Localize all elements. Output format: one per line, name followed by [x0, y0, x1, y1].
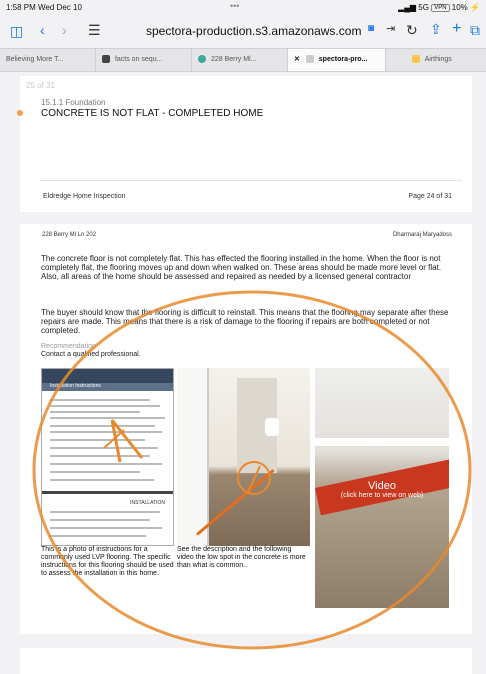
tab-228-berry[interactable]: 228 Berry Ml...	[192, 49, 288, 71]
tab-believing-more[interactable]: Believing More T...	[0, 49, 96, 71]
tab-label: 228 Berry Ml...	[210, 56, 257, 63]
footer-page-number: Page 24 of 31	[408, 193, 452, 200]
site-icon	[102, 55, 110, 64]
close-tab-icon[interactable]: ✕	[294, 56, 300, 63]
address-bar[interactable]: spectora-production.s3.amazonaws.com	[146, 24, 361, 38]
floor-photo[interactable]	[177, 368, 310, 546]
text-line	[50, 399, 150, 401]
footer-divider	[40, 180, 462, 181]
report-page-previous: 25 of 31 15.1.1 Foundation CONCRETE IS N…	[17, 76, 472, 212]
browser-toolbar: ◫ ‹ › ☰ spectora-production.s3.amazonaws…	[0, 14, 486, 48]
text-line	[50, 447, 158, 449]
recommendation-text: Contact a qualified professional.	[41, 351, 141, 358]
text-line	[50, 479, 154, 481]
status-time: 1:58 PM Wed Dec 10	[6, 3, 82, 12]
reload-icon[interactable]: ↻	[406, 22, 418, 39]
photo-divider	[42, 491, 173, 494]
photo-banner-text: Installation Instructions	[50, 383, 101, 389]
text-line	[50, 417, 165, 419]
text-line	[50, 511, 160, 513]
photo-section-heading: INSTALLATION	[130, 500, 165, 506]
tab-groups-icon[interactable]: ☰	[88, 22, 101, 39]
network-label: 5G	[418, 3, 429, 12]
description-paragraph-2: The buyer should know that the flooring …	[41, 308, 449, 335]
extension-icon[interactable]: ◙	[368, 23, 374, 34]
photo-caption-2: See the description and the following vi…	[177, 546, 306, 569]
text-line	[50, 535, 146, 537]
text-line	[50, 519, 150, 521]
text-line	[50, 411, 140, 413]
text-line	[50, 527, 162, 529]
header-address: 228 Berry Ml Ln 202	[42, 232, 97, 238]
multitask-dots-icon[interactable]: •••	[230, 1, 239, 11]
new-tab-icon[interactable]: +	[452, 20, 461, 38]
text-line	[50, 431, 162, 433]
description-paragraph-1: The concrete floor is not completely fla…	[41, 254, 442, 281]
section-title: CONCRETE IS NOT FLAT - COMPLETED HOME	[41, 108, 264, 119]
photo-caption-1: This is a photo of instructions for a co…	[41, 546, 174, 577]
video-link[interactable]: (click here to view on web)	[315, 492, 449, 499]
instructions-photo[interactable]: Installation Instructions INSTALLATION	[41, 368, 174, 546]
forward-icon[interactable]: ›	[62, 22, 67, 38]
site-icon	[198, 55, 206, 64]
section-number: 15.1.1 Foundation	[41, 98, 106, 107]
vpn-badge: VPN	[431, 3, 450, 12]
page-counter: 25 of 31	[26, 81, 55, 90]
reader-icon[interactable]: ⇥	[386, 22, 395, 35]
tab-airthings[interactable]: Airthings	[386, 49, 486, 71]
text-line	[50, 455, 150, 457]
tab-bar: Believing More T... facts on sequ... 228…	[0, 48, 486, 72]
header-client: Dharmaraj Maryadoss	[392, 232, 452, 238]
photo-door	[177, 368, 209, 546]
photo-toilet	[265, 418, 279, 436]
video-thumbnail[interactable]: Video (click here to view on web)	[315, 368, 449, 608]
tab-spectora[interactable]: ✕ spectora-pro...	[288, 49, 386, 71]
sidebar-toggle-icon[interactable]: ◫	[10, 23, 23, 40]
video-label[interactable]: Video	[315, 480, 449, 492]
section-dot-icon	[17, 110, 23, 116]
text-line	[50, 405, 160, 407]
battery-icon: ⚡	[470, 3, 480, 12]
status-bar: 1:58 PM Wed Dec 10 ••• ▂▄▆ 5G VPN 10% ⚡	[0, 0, 486, 14]
signal-icon: ▂▄▆	[398, 3, 417, 12]
photo-baseboard	[315, 438, 449, 446]
tab-label: Airthings	[424, 56, 452, 63]
tab-label: facts on sequ...	[114, 56, 163, 63]
report-page-current: 228 Berry Ml Ln 202 Dharmaraj Maryadoss …	[20, 224, 472, 634]
site-icon	[412, 55, 420, 64]
status-right: ▂▄▆ 5G VPN 10% ⚡	[398, 3, 480, 12]
text-line	[50, 463, 162, 465]
text-line	[50, 439, 145, 441]
back-icon[interactable]: ‹	[40, 22, 45, 38]
report-page-next	[20, 648, 472, 674]
tab-overview-icon[interactable]: ⧉	[470, 22, 480, 39]
tab-label: spectora-pro...	[318, 56, 368, 63]
tab-facts[interactable]: facts on sequ...	[96, 49, 192, 71]
recommendation-label: Recommendation	[41, 343, 96, 350]
share-icon[interactable]: ⇪	[430, 21, 442, 38]
footer-company: Eldredge Home Inspection	[43, 193, 126, 200]
text-line	[50, 471, 140, 473]
photo-banner: Installation Instructions	[42, 383, 173, 391]
text-line	[50, 425, 155, 427]
tab-label: Believing More T...	[6, 56, 64, 63]
battery-percent: 10%	[451, 3, 468, 12]
site-icon	[305, 55, 314, 64]
